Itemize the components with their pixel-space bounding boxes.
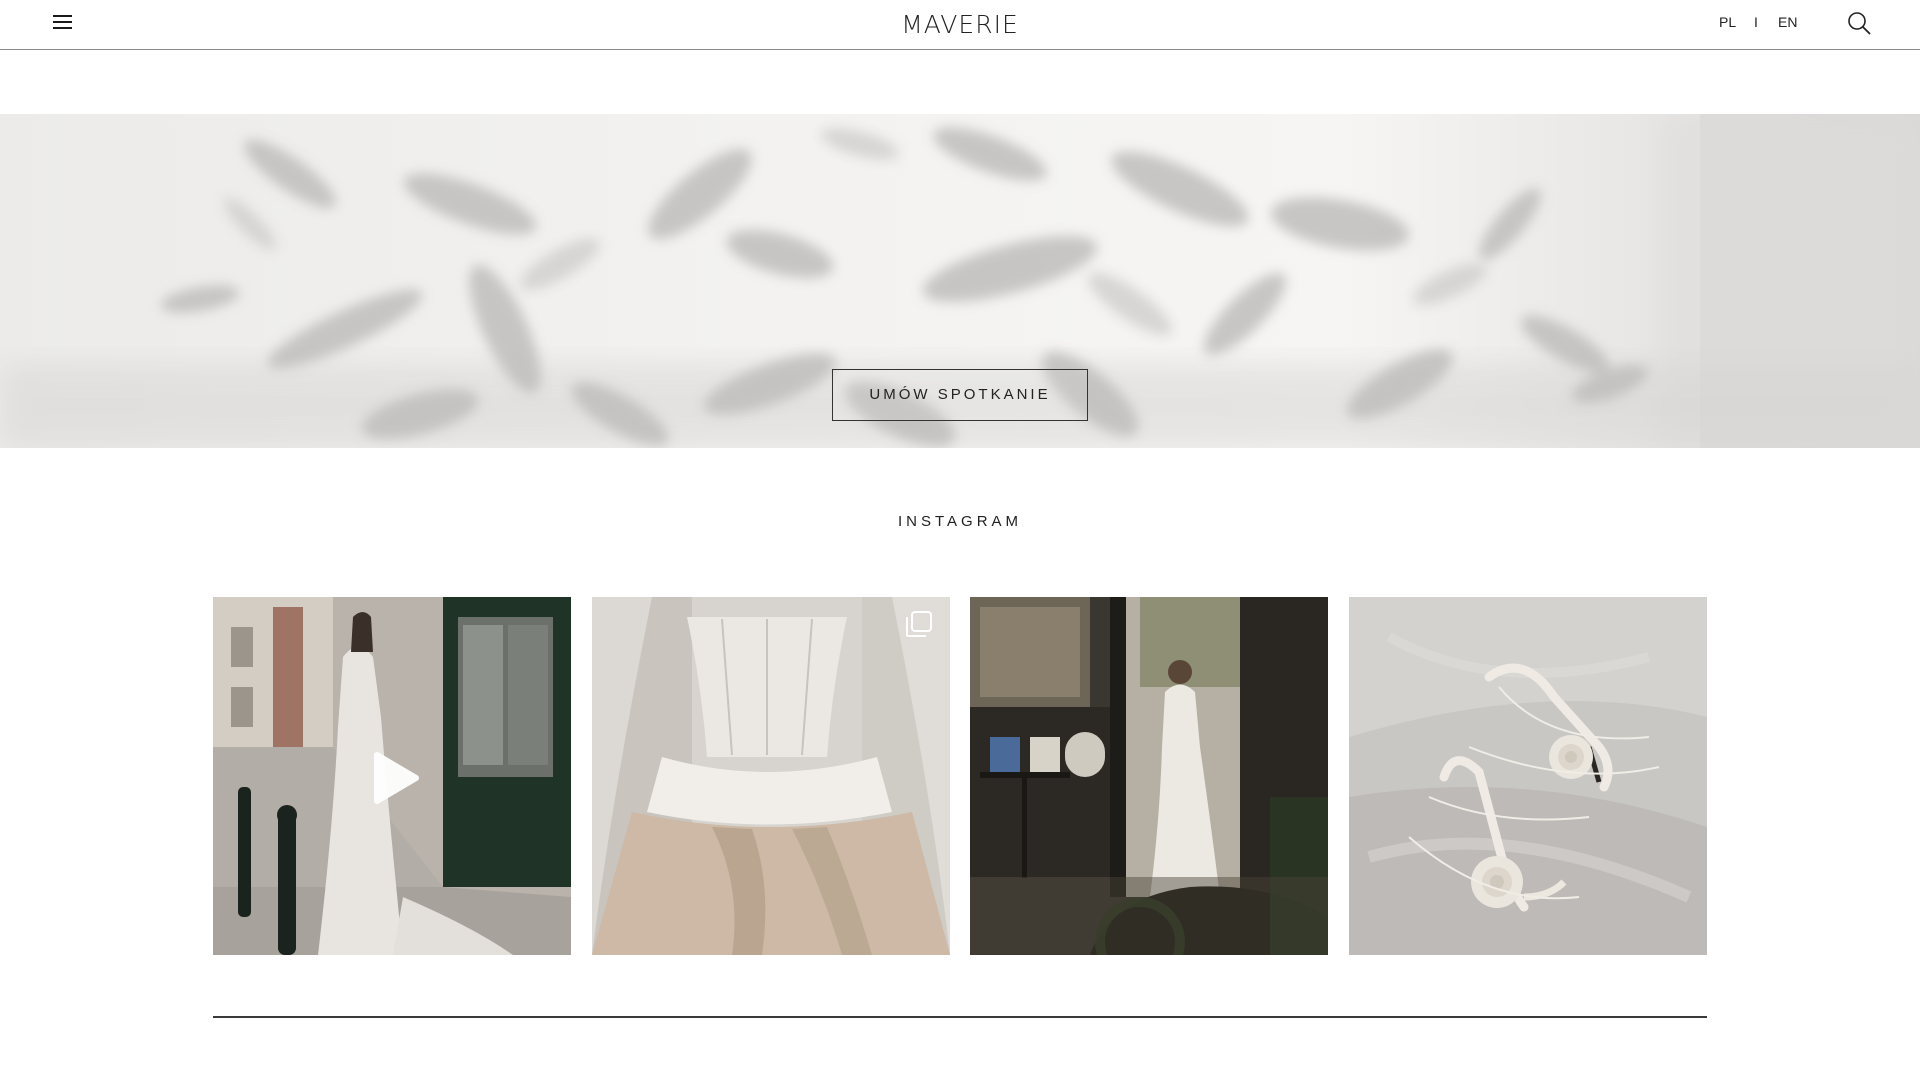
instagram-post-image [970, 597, 1328, 955]
instagram-post-4[interactable] [1349, 597, 1707, 955]
site-header: MAVERIE PL I EN [0, 0, 1920, 50]
language-pl-link[interactable]: PL [1719, 14, 1736, 30]
instagram-post-image [1349, 597, 1707, 955]
search-icon[interactable] [1847, 11, 1871, 35]
instagram-post-2[interactable] [592, 597, 950, 955]
instagram-post-image [592, 597, 950, 955]
logo[interactable]: MAVERIE [860, 9, 1060, 41]
language-separator: I [1754, 14, 1758, 30]
instagram-post-image [213, 597, 571, 955]
language-en-link[interactable]: EN [1778, 14, 1797, 30]
hamburger-menu-icon[interactable] [52, 12, 74, 32]
instagram-post-1[interactable] [213, 597, 571, 955]
instagram-section-title: INSTAGRAM [897, 513, 1023, 530]
instagram-post-3[interactable] [970, 597, 1328, 955]
section-divider [213, 1016, 1707, 1018]
book-appointment-button[interactable]: UMÓW SPOTKANIE [832, 369, 1088, 421]
hero-banner: UMÓW SPOTKANIE [0, 114, 1920, 448]
